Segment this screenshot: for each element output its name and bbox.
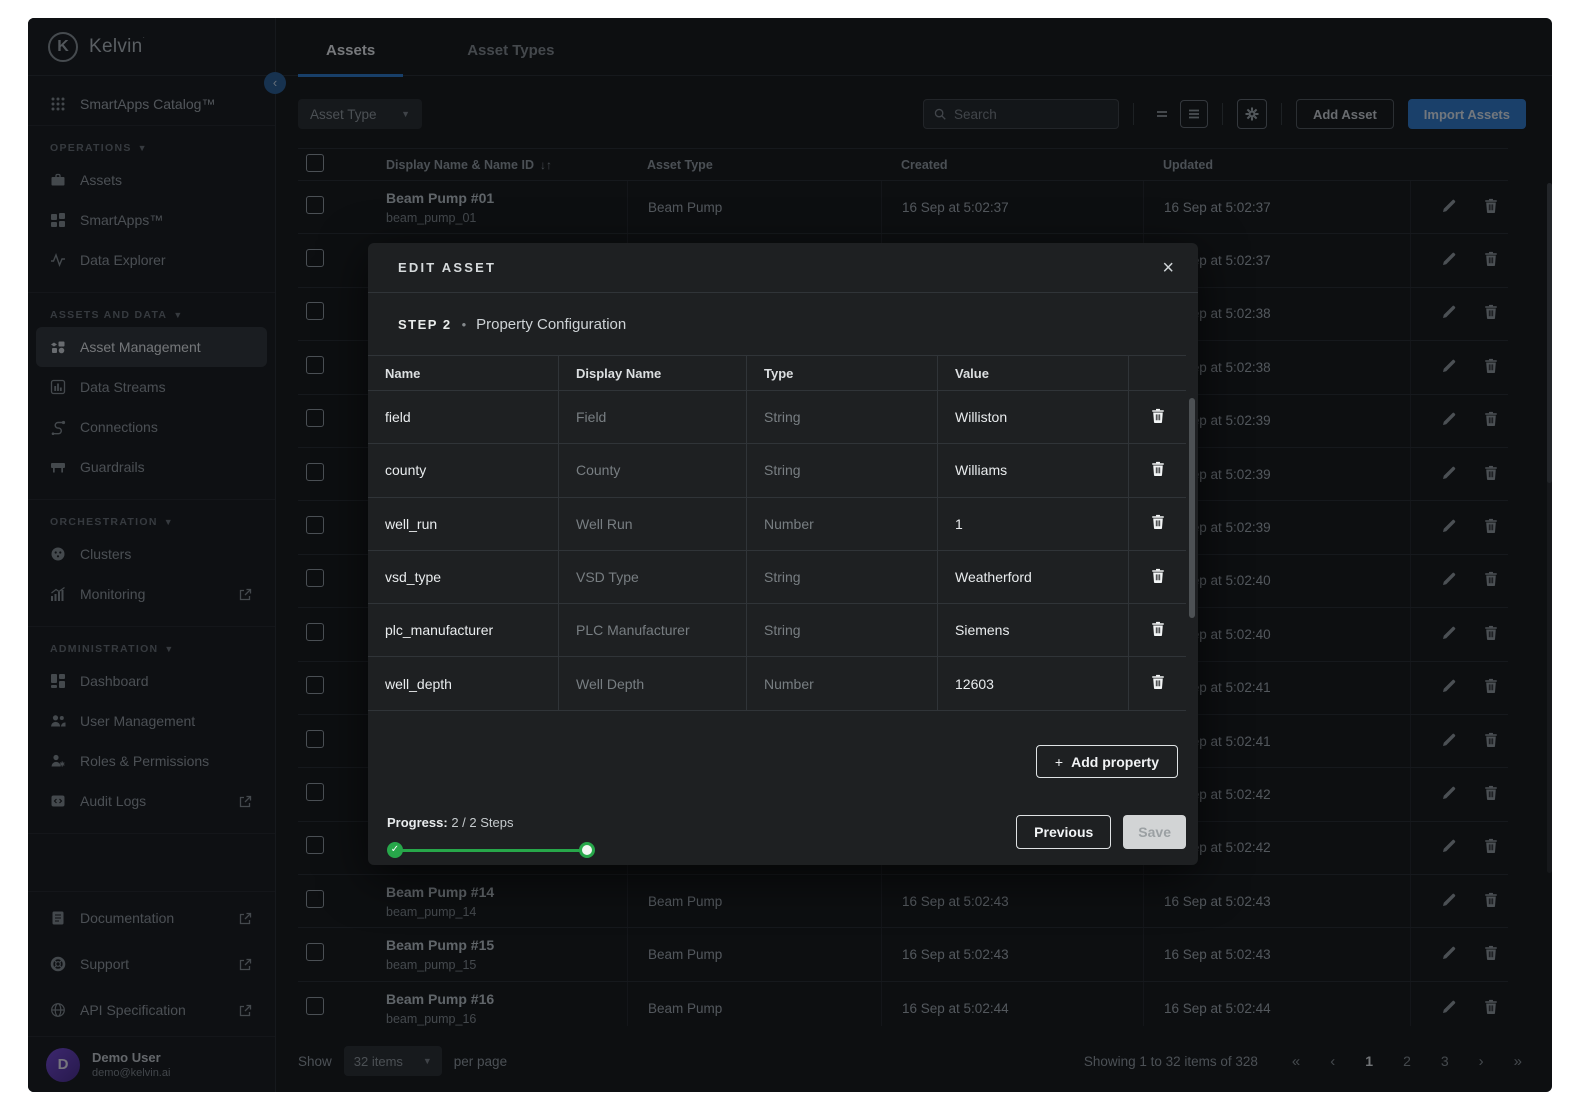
property-row: vsd_typeVSD TypeStringWeatherford <box>368 551 1186 604</box>
property-name: county <box>368 444 558 496</box>
property-display-name: Well Run <box>558 498 746 550</box>
prop-column-type: Type <box>746 356 937 390</box>
step-separator: • <box>462 317 467 332</box>
prop-column-name: Name <box>368 356 558 390</box>
property-value: 1 <box>937 498 1128 550</box>
property-type: Number <box>746 498 937 550</box>
trash-icon <box>1150 568 1166 584</box>
property-value: Siemens <box>937 604 1128 656</box>
progress-label: Progress: <box>387 815 448 830</box>
prop-column-value: Value <box>937 356 1128 390</box>
progress-bar: ✓ <box>387 842 627 858</box>
property-display-name: VSD Type <box>558 551 746 603</box>
step2-current-icon <box>579 842 595 858</box>
trash-icon <box>1150 461 1166 477</box>
property-table: Name Display Name Type Value fieldFieldS… <box>368 355 1186 711</box>
delete-property-button[interactable] <box>1147 459 1169 481</box>
app-window: K Kelvin˙ SmartApps Catalog™ OPERATIONS▼… <box>28 18 1552 1092</box>
add-property-button[interactable]: +Add property <box>1036 745 1178 778</box>
delete-property-button[interactable] <box>1147 673 1169 695</box>
property-table-header: Name Display Name Type Value <box>368 355 1186 391</box>
property-value: Williams <box>937 444 1128 496</box>
property-name: vsd_type <box>368 551 558 603</box>
property-row: fieldFieldStringWilliston <box>368 391 1186 444</box>
property-display-name: County <box>558 444 746 496</box>
step-title: Property Configuration <box>476 316 626 333</box>
property-type: String <box>746 551 937 603</box>
trash-icon <box>1150 674 1166 690</box>
property-name: well_depth <box>368 657 558 709</box>
progress-value: 2 / 2 Steps <box>451 815 513 830</box>
close-icon[interactable]: × <box>1162 258 1174 278</box>
property-type: String <box>746 391 937 443</box>
prop-column-display-name: Display Name <box>558 356 746 390</box>
property-display-name: Field <box>558 391 746 443</box>
delete-property-button[interactable] <box>1147 619 1169 641</box>
step-indicator: STEP 2 • Property Configuration <box>368 293 1198 355</box>
step-label: STEP 2 <box>398 317 452 332</box>
step1-done-icon: ✓ <box>387 842 403 858</box>
property-name: plc_manufacturer <box>368 604 558 656</box>
property-display-name: Well Depth <box>558 657 746 709</box>
property-name: field <box>368 391 558 443</box>
modal-scrollbar[interactable] <box>1189 398 1195 618</box>
delete-property-button[interactable] <box>1147 566 1169 588</box>
save-button[interactable]: Save <box>1123 815 1186 849</box>
property-type: String <box>746 604 937 656</box>
property-row: plc_manufacturerPLC ManufacturerStringSi… <box>368 604 1186 657</box>
property-display-name: PLC Manufacturer <box>558 604 746 656</box>
delete-property-button[interactable] <box>1147 513 1169 535</box>
property-type: String <box>746 444 937 496</box>
trash-icon <box>1150 408 1166 424</box>
property-value: Weatherford <box>937 551 1128 603</box>
property-row: well_depthWell DepthNumber12603 <box>368 657 1186 710</box>
delete-property-button[interactable] <box>1147 406 1169 428</box>
property-name: well_run <box>368 498 558 550</box>
property-row: countyCountyStringWilliams <box>368 444 1186 497</box>
property-row: well_runWell RunNumber1 <box>368 498 1186 551</box>
property-value: Williston <box>937 391 1128 443</box>
property-type: Number <box>746 657 937 709</box>
trash-icon <box>1150 621 1166 637</box>
modal-header: EDIT ASSET × <box>368 243 1198 293</box>
plus-icon: + <box>1055 754 1063 770</box>
trash-icon <box>1150 514 1166 530</box>
progress-indicator: Progress: 2 / 2 Steps ✓ <box>387 815 627 858</box>
property-value: 12603 <box>937 657 1128 709</box>
previous-button[interactable]: Previous <box>1016 815 1111 849</box>
modal-title: EDIT ASSET <box>398 260 496 275</box>
edit-asset-modal: EDIT ASSET × STEP 2 • Property Configura… <box>368 243 1198 865</box>
